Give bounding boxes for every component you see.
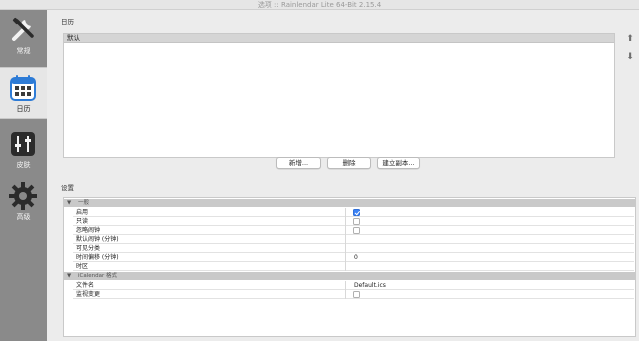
filename-field[interactable]: Default.ics	[351, 281, 631, 290]
time-offset-field[interactable]: 0	[351, 253, 631, 262]
new-calendar-button[interactable]: 新增...	[276, 157, 321, 169]
duplicate-calendar-button[interactable]: 建立副本...	[377, 157, 420, 169]
nav-skin-label: 皮肤	[16, 161, 31, 169]
setting-row-visible-categories: 可见分类	[73, 244, 634, 253]
setting-row-time-offset: 时间偏移 (分钟) 0	[73, 253, 634, 262]
sliders-icon	[8, 129, 38, 159]
calendars-section-label: 日历	[61, 18, 74, 26]
setting-row-filename: 文件名 Default.ics	[73, 281, 634, 290]
setting-row-readonly: 只读	[73, 217, 634, 226]
readonly-checkbox[interactable]	[353, 218, 360, 225]
group-header-general[interactable]: ▼ 一般	[64, 199, 635, 207]
sidebar: 常规 日历 皮肤 高级	[0, 10, 47, 341]
calendar-list[interactable]: 默认	[63, 33, 615, 158]
collapse-triangle-icon[interactable]: ▼	[67, 272, 75, 280]
timezone-field[interactable]	[351, 262, 631, 271]
calendar-list-item[interactable]: 默认	[64, 34, 614, 43]
arrow-down-icon[interactable]: ⬇	[624, 51, 636, 63]
setting-row-ignore-alarms: 忽略闹钟	[73, 226, 634, 235]
default-alarm-field[interactable]	[351, 235, 631, 244]
calendar-icon	[8, 73, 38, 103]
nav-general-label: 常规	[16, 47, 31, 55]
settings-table: ▼ 一般 启用 只读 忽略闹钟 默认闹钟 (分钟) 可见分类 时间偏移 (分钟) …	[63, 197, 636, 337]
enabled-checkbox[interactable]	[353, 209, 360, 216]
tools-icon	[8, 15, 38, 45]
nav-calendar[interactable]: 日历	[0, 67, 47, 119]
setting-row-enabled: 启用	[73, 208, 634, 217]
window-title: 选项 :: Rainlendar Lite 64-Bit 2.15.4	[0, 0, 639, 10]
monitor-changes-checkbox[interactable]	[353, 291, 360, 298]
nav-advanced[interactable]: 高级	[0, 176, 47, 228]
arrow-up-icon[interactable]: ⬆	[624, 33, 636, 45]
ignore-alarms-checkbox[interactable]	[353, 227, 360, 234]
settings-section-label: 设置	[61, 184, 74, 192]
collapse-triangle-icon[interactable]: ▼	[67, 199, 75, 207]
nav-skin[interactable]: 皮肤	[0, 124, 47, 176]
setting-row-timezone: 时区	[73, 262, 634, 271]
nav-advanced-label: 高级	[16, 213, 31, 221]
visible-categories-field[interactable]	[351, 244, 631, 253]
nav-general[interactable]: 常规	[0, 10, 47, 62]
group-header-icalendar[interactable]: ▼ iCalendar 格式	[64, 272, 635, 280]
main-panel: 日历 默认 ⬆ ⬇ 新增... 删除 建立副本... 设置 ▼ 一般 启用 只读 …	[47, 10, 639, 341]
delete-calendar-button[interactable]: 删除	[327, 157, 371, 169]
setting-row-monitor-changes: 监视变更	[73, 290, 634, 299]
gear-icon	[8, 181, 38, 211]
nav-calendar-label: 日历	[16, 105, 31, 113]
setting-row-default-alarm: 默认闹钟 (分钟)	[73, 235, 634, 244]
